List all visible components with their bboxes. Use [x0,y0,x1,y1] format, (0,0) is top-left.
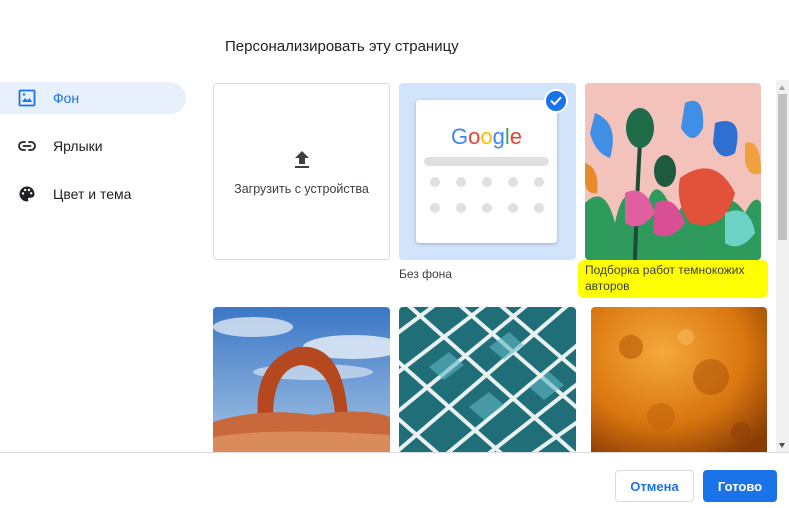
done-button[interactable]: Готово [703,470,777,502]
google-logo: Google [450,124,522,149]
shortcut-placeholder [430,203,440,213]
sidebar-item-shortcuts[interactable]: Ярлыки [0,130,186,162]
collection-artwork-image [585,83,761,260]
search-bar-placeholder [424,157,549,166]
palette-icon [17,184,37,204]
upload-icon [294,150,309,168]
arch-photo-tile[interactable] [213,307,390,452]
new-tab-preview: Google [416,100,557,243]
glass-building-image [399,307,576,452]
shortcut-placeholder [508,177,518,187]
arch-photo-image [213,307,390,452]
no-background-label: Без фона [399,267,452,281]
scroll-thumb[interactable] [778,94,787,240]
shortcut-placeholder [456,177,466,187]
shortcut-placeholder [534,203,544,213]
scroll-up-icon[interactable] [779,85,785,90]
no-background-tile[interactable]: Google [399,83,576,260]
shortcut-placeholder [482,203,492,213]
sidebar-item-color-theme[interactable]: Цвет и тема [0,178,186,210]
amber-texture-tile[interactable] [591,307,767,452]
background-image-icon [17,88,37,108]
scrollbar[interactable] [776,80,789,452]
dialog-title: Персонализировать эту страницу [225,38,459,55]
dialog-footer: Отмена Готово [0,452,789,508]
shortcut-placeholder [508,203,518,213]
shortcut-placeholder [430,177,440,187]
sidebar-item-label: Цвет и тема [53,186,132,202]
link-icon [17,136,37,156]
background-grid: Загрузить с устройства Google Без фона П… [210,80,776,452]
shortcut-placeholder [534,177,544,187]
selected-check-icon [544,89,568,113]
shortcut-placeholder [482,177,492,187]
collection-label: Подборка работ темнокожих авторов [578,260,768,298]
cancel-button[interactable]: Отмена [615,470,694,502]
shortcut-placeholder [456,203,466,213]
scroll-down-icon[interactable] [779,443,785,448]
collection-tile[interactable] [585,83,761,260]
sidebar-item-background[interactable]: Фон [0,82,186,114]
amber-texture-image [591,307,767,452]
upload-label: Загрузить с устройства [234,181,369,196]
sidebar-item-label: Ярлыки [53,138,103,154]
sidebar-item-label: Фон [53,90,80,106]
glass-building-tile[interactable] [399,307,576,452]
sidebar: Фон Ярлыки Цвет и тема [0,82,186,226]
upload-from-device-tile[interactable]: Загрузить с устройства [213,83,390,260]
